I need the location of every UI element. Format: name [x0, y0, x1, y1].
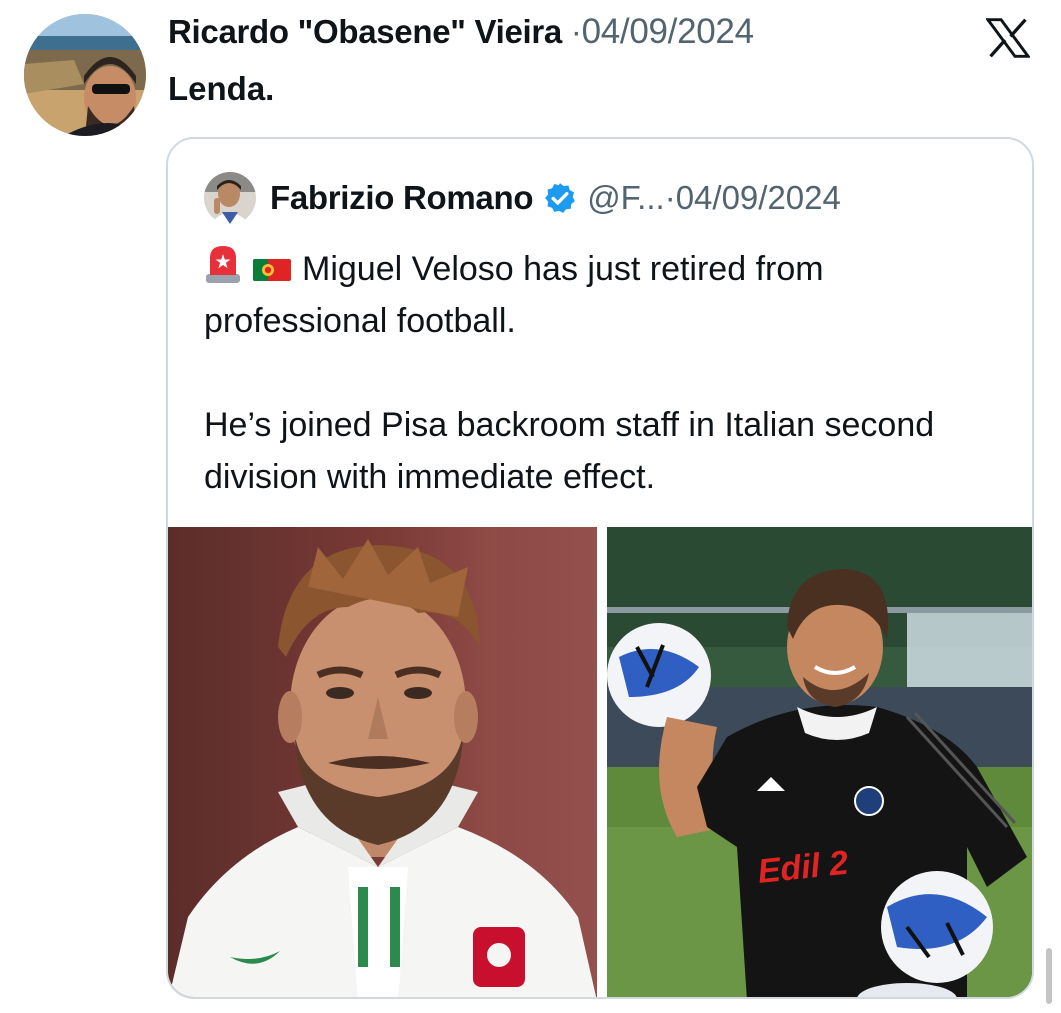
siren-emoji-icon [206, 246, 240, 283]
author-avatar[interactable] [24, 14, 146, 136]
quoted-author-header: Fabrizio Romano @F... · 04/09/2024 [270, 179, 841, 217]
author-name[interactable]: Ricardo "Obasene" Vieira [168, 13, 562, 50]
quoted-tweet-card[interactable]: Fabrizio Romano @F... · 04/09/2024 Migue… [166, 137, 1034, 999]
quoted-paragraph-1-text: Miguel Veloso has just retired from prof… [204, 250, 824, 340]
quoted-author-name[interactable]: Fabrizio Romano [270, 179, 533, 217]
player-portrait-photo-icon [168, 527, 597, 997]
tweet-date[interactable]: 04/09/2024 [582, 12, 754, 51]
quoted-paragraph-1: Miguel Veloso has just retired from prof… [204, 243, 1004, 347]
training-photo-icon: Edil 2 [607, 527, 1032, 997]
quoted-tweet-date[interactable]: 04/09/2024 [676, 179, 841, 217]
media-gallery: Edil 2 [168, 527, 1032, 997]
quoted-author-avatar[interactable] [204, 172, 256, 224]
portugal-flag-emoji-icon [253, 259, 291, 281]
tweet-text: Lenda. [168, 70, 275, 107]
verified-badge-icon [545, 183, 576, 213]
media-image-training[interactable]: Edil 2 [607, 527, 1032, 997]
scrollbar[interactable] [1046, 948, 1052, 1004]
quoted-header-separator: · [664, 179, 676, 216]
author-header: Ricardo "Obasene" Vieira ·04/09/2024 [168, 12, 754, 52]
quoted-avatar-photo-icon [204, 172, 256, 224]
header-separator: · [570, 13, 582, 50]
quoted-author-handle[interactable]: @F... [587, 179, 665, 217]
tweet-screenshot: Ricardo "Obasene" Vieira ·04/09/2024 Len… [0, 0, 1061, 1013]
x-logo-icon[interactable] [986, 17, 1030, 59]
media-image-portrait[interactable] [168, 527, 597, 997]
quoted-tweet-text: Miguel Veloso has just retired from prof… [204, 243, 1004, 503]
quoted-paragraph-2: He’s joined Pisa backroom staff in Itali… [204, 406, 935, 496]
avatar-photo-icon [24, 14, 146, 136]
